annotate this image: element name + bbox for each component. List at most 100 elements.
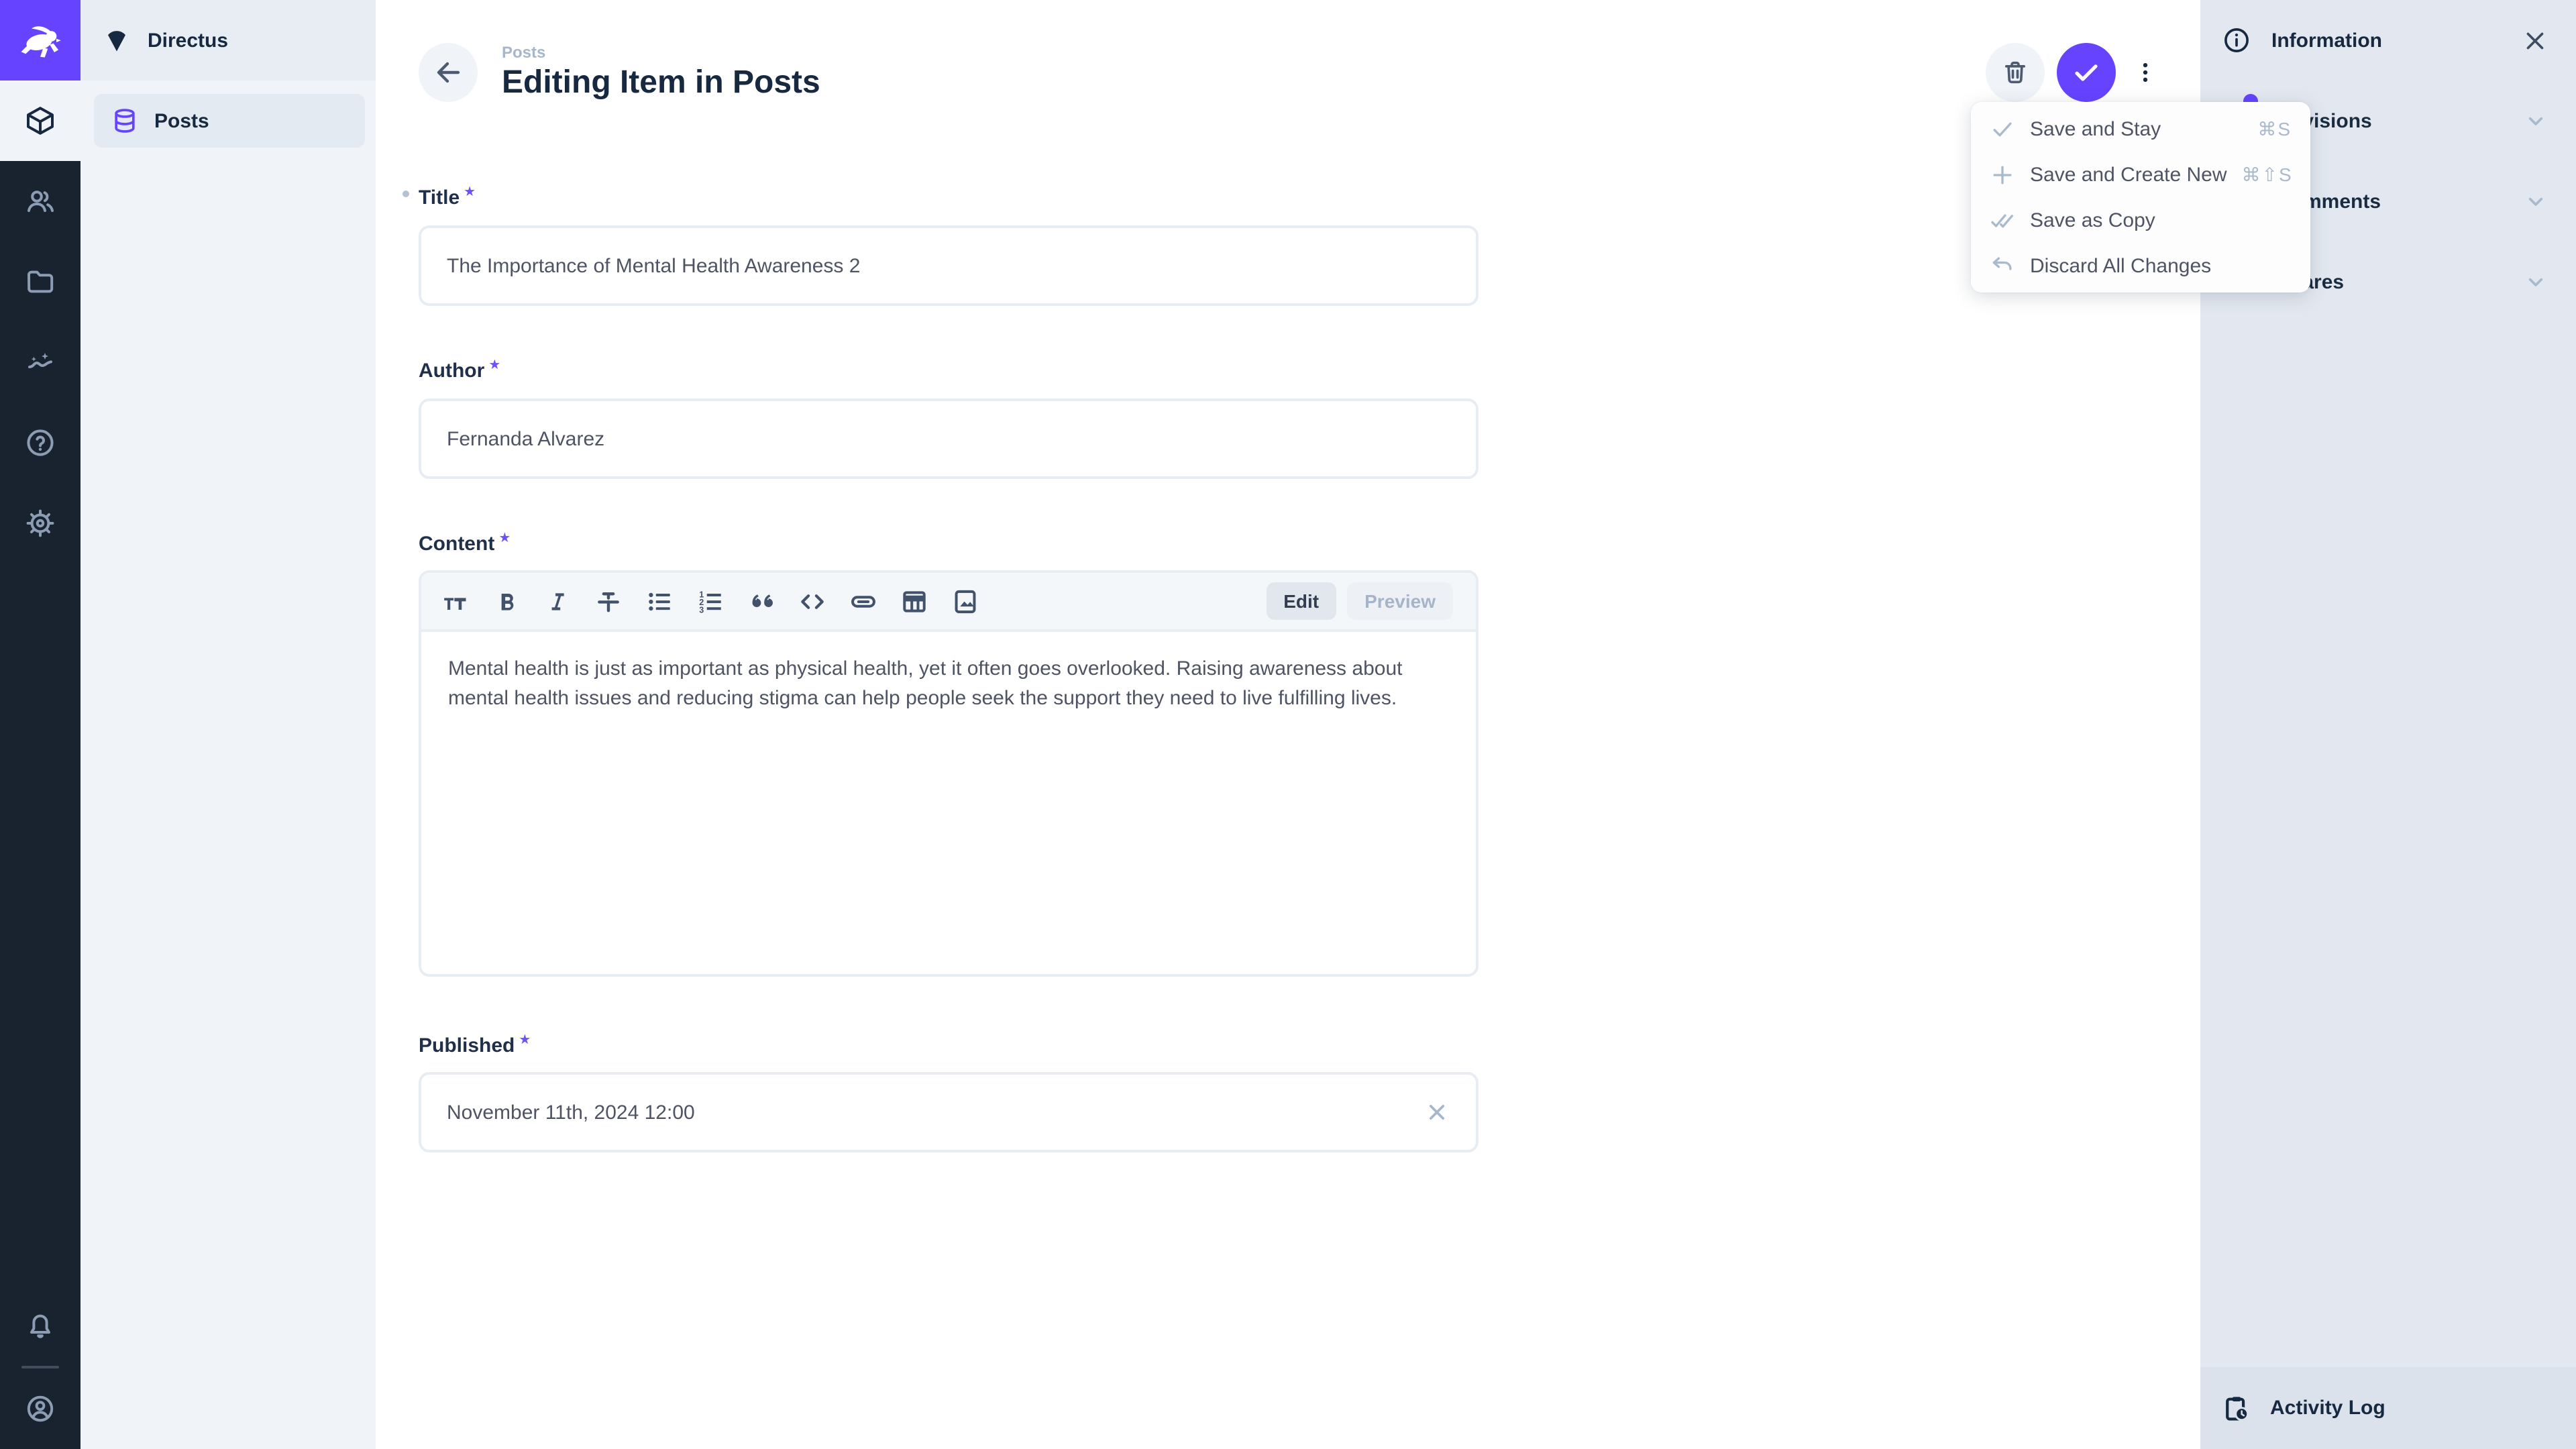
italic-icon bbox=[543, 587, 571, 615]
heading-button[interactable] bbox=[429, 572, 480, 631]
blockquote-icon bbox=[747, 587, 775, 615]
account-icon bbox=[24, 1393, 56, 1425]
insights-icon bbox=[24, 346, 56, 378]
module-content[interactable] bbox=[0, 80, 80, 161]
published-input-value: November 11th, 2024 12:00 bbox=[447, 1101, 695, 1124]
strikethrough-button[interactable] bbox=[582, 572, 633, 631]
page-header: Posts Editing Item in Posts bbox=[419, 43, 820, 102]
clear-date-button[interactable] bbox=[1424, 1099, 1450, 1126]
content-field-label: Content ★ bbox=[419, 527, 511, 557]
more-options-button[interactable] bbox=[2128, 43, 2163, 102]
required-mark: ★ bbox=[498, 531, 511, 546]
author-input[interactable]: Fernanda Alvarez bbox=[419, 398, 1479, 479]
project-header[interactable]: Directus bbox=[80, 0, 376, 80]
module-bar-spacer bbox=[0, 564, 80, 1285]
bell-icon bbox=[24, 1309, 56, 1342]
code-icon bbox=[798, 587, 826, 615]
edited-indicator-dot bbox=[402, 191, 409, 197]
content-editor-toolbar: 1 2 3 bbox=[421, 573, 1476, 632]
published-field-label: Published★ bbox=[419, 1029, 531, 1059]
bold-button[interactable] bbox=[480, 572, 531, 631]
table-button[interactable] bbox=[888, 572, 939, 631]
notifications-button[interactable] bbox=[0, 1285, 80, 1366]
menu-item-save-as-copy[interactable]: Save as Copy bbox=[1971, 197, 2310, 243]
menu-item-save-and-stay[interactable]: Save and Stay ⌘S bbox=[1971, 106, 2310, 152]
module-users[interactable] bbox=[0, 161, 80, 241]
users-icon bbox=[24, 185, 56, 217]
chevron-down-icon bbox=[2522, 268, 2549, 295]
navigation-sidebar: Directus Posts bbox=[80, 0, 376, 1449]
double-check-icon bbox=[1990, 207, 2015, 233]
breadcrumb[interactable]: Posts bbox=[502, 43, 820, 62]
menu-item-discard-all-changes[interactable]: Discard All Changes bbox=[1971, 243, 2310, 288]
save-options-menu: Save and Stay ⌘S Save and Create New ⌘⇧S… bbox=[1971, 102, 2310, 292]
fan-icon bbox=[102, 25, 131, 55]
numbered-list-button[interactable]: 1 2 3 bbox=[684, 572, 735, 631]
module-files[interactable] bbox=[0, 241, 80, 322]
menu-item-save-and-create-new[interactable]: Save and Create New ⌘⇧S bbox=[1971, 152, 2310, 197]
bulleted-list-icon bbox=[645, 587, 673, 615]
italic-button[interactable] bbox=[531, 572, 582, 631]
nav-item-posts[interactable]: Posts bbox=[94, 94, 365, 148]
title-input-value: The Importance of Mental Health Awarenes… bbox=[447, 254, 860, 277]
sidebar-section-label: Shares bbox=[2277, 270, 2522, 293]
x-icon bbox=[2521, 26, 2549, 54]
title-field-label: Title★ bbox=[419, 181, 476, 211]
sidebar-section-title: Information bbox=[2271, 29, 2501, 52]
check-icon bbox=[2070, 56, 2102, 89]
link-icon bbox=[849, 587, 877, 615]
required-mark: ★ bbox=[488, 358, 500, 373]
gear-icon bbox=[24, 507, 56, 539]
content-textarea[interactable]: Mental health is just as important as ph… bbox=[421, 632, 1476, 737]
sidebar-section-information[interactable]: Information bbox=[2200, 0, 2576, 80]
published-label-text: Published bbox=[419, 1034, 515, 1057]
chevron-down-icon bbox=[2522, 107, 2549, 134]
svg-text:3: 3 bbox=[698, 604, 703, 614]
activity-log-button[interactable]: Activity Log bbox=[2200, 1367, 2576, 1449]
menu-item-label: Save and Create New bbox=[2030, 163, 2227, 186]
user-menu-button[interactable] bbox=[0, 1368, 80, 1449]
module-help[interactable] bbox=[0, 402, 80, 483]
code-button[interactable] bbox=[786, 572, 837, 631]
title-label-text: Title bbox=[419, 186, 460, 209]
blockquote-button[interactable] bbox=[735, 572, 786, 631]
title-block: Posts Editing Item in Posts bbox=[502, 43, 820, 102]
activity-log-icon bbox=[2222, 1393, 2251, 1423]
delete-button[interactable] bbox=[1986, 43, 2045, 102]
trash-icon bbox=[2000, 58, 2030, 87]
module-settings[interactable] bbox=[0, 483, 80, 564]
link-button[interactable] bbox=[837, 572, 888, 631]
arrow-left-icon bbox=[432, 56, 464, 89]
sidebar-close-button[interactable] bbox=[2521, 26, 2549, 54]
x-icon bbox=[1424, 1099, 1450, 1126]
module-insights[interactable] bbox=[0, 322, 80, 402]
info-icon bbox=[2222, 25, 2251, 55]
directus-logo[interactable] bbox=[0, 0, 80, 80]
content-editor: 1 2 3 bbox=[419, 570, 1479, 977]
folder-icon bbox=[24, 266, 56, 298]
sidebar-section-label: Comments bbox=[2277, 190, 2522, 213]
bulleted-list-button[interactable] bbox=[633, 572, 684, 631]
nav-item-label: Posts bbox=[154, 109, 209, 132]
project-name: Directus bbox=[148, 29, 228, 52]
menu-shortcut: ⌘⇧S bbox=[2242, 163, 2293, 186]
numbered-list-icon: 1 2 3 bbox=[696, 587, 724, 615]
title-input[interactable]: The Importance of Mental Health Awarenes… bbox=[419, 225, 1479, 306]
tab-edit[interactable]: Edit bbox=[1266, 582, 1336, 620]
back-button[interactable] bbox=[419, 43, 478, 102]
strikethrough-icon bbox=[594, 587, 622, 615]
menu-item-label: Save and Stay bbox=[2030, 117, 2243, 140]
image-button[interactable] bbox=[939, 572, 990, 631]
author-input-value: Fernanda Alvarez bbox=[447, 427, 604, 450]
module-bar bbox=[0, 0, 80, 1449]
published-input[interactable]: November 11th, 2024 12:00 bbox=[419, 1072, 1479, 1152]
menu-item-label: Save as Copy bbox=[2030, 209, 2277, 231]
heading-icon bbox=[441, 587, 469, 615]
cube-icon bbox=[24, 105, 56, 137]
directus-rabbit-logo-icon bbox=[16, 16, 64, 64]
database-icon bbox=[110, 106, 140, 136]
content-label-text: Content bbox=[419, 533, 494, 555]
main-content: Posts Editing Item in Posts bbox=[376, 0, 2200, 1449]
save-button[interactable] bbox=[2057, 43, 2116, 102]
tab-preview[interactable]: Preview bbox=[1347, 582, 1453, 620]
